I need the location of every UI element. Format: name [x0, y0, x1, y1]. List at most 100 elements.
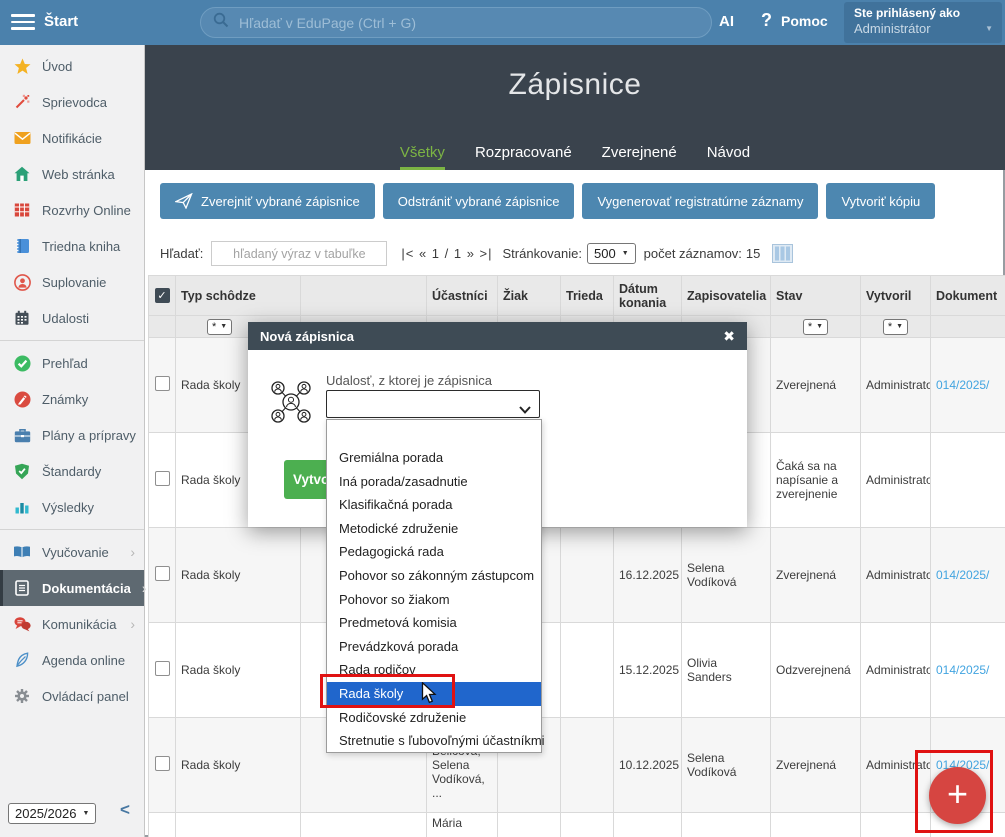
dropdown-option-12[interactable]: Rodičovské združenie [327, 706, 541, 730]
sidebar-divider [0, 340, 144, 341]
cell-date: 10.12.2025 [614, 718, 682, 813]
sidebar-item-notifikacie[interactable]: Notifikácie [0, 120, 144, 156]
pagination[interactable]: |< « 1 / 1 » >| [401, 246, 492, 261]
dropdown-option-4[interactable]: Metodické združenie [327, 517, 541, 541]
dropdown-option-1[interactable]: Gremiálna porada [327, 446, 541, 470]
document-link[interactable]: 014/2025/ [936, 663, 989, 677]
column-header-2 [301, 276, 427, 316]
cell-writers [682, 813, 771, 837]
delete-selected-button[interactable]: Odstrániť vybrané zápisnice [383, 183, 575, 219]
dropdown-option-10[interactable]: Rada rodičov [327, 658, 541, 682]
cell-created_by: Administrator [861, 528, 931, 623]
sidebar-item-rozvrhy-online[interactable]: Rozvrhy Online [0, 192, 144, 228]
sidebar-item-vysledky[interactable]: Výsledky [0, 489, 144, 525]
sidebar-item-znamky[interactable]: Známky [0, 381, 144, 417]
table-row[interactable]: Rada školy15.12.2025Olivia SandersOdzver… [149, 623, 1005, 718]
edupage-window: Štart AI ? Pomoc Ste prihlásený ako Admi… [0, 0, 1005, 837]
search-input[interactable] [237, 14, 699, 32]
modal-title: Nová zápisnica [260, 329, 354, 344]
sidebar-item-uvod[interactable]: Úvod [0, 48, 144, 84]
school-year-select[interactable]: 2025/2026 ▼ [8, 803, 96, 824]
table-header-row: ✓Typ schôdzeÚčastníciŽiakTriedaDátum kon… [149, 276, 1005, 316]
user-name: Administrátor [854, 21, 992, 36]
close-icon[interactable]: ✖ [723, 328, 735, 345]
filter-creator-select[interactable]: *▼ [883, 319, 908, 335]
sidebar-item-label: Známky [42, 392, 88, 407]
sidebar-item-standardy[interactable]: Štandardy [0, 453, 144, 489]
search-icon [213, 12, 229, 33]
column-settings-icon[interactable] [772, 244, 793, 263]
table-search-input[interactable] [211, 241, 387, 266]
sidebar-item-komunikacia[interactable]: Komunikácia› [0, 606, 144, 642]
tab-1[interactable]: Rozpracované [475, 144, 572, 170]
chevron-down-icon: ▼ [82, 810, 89, 817]
sidebar-item-vyucovanie[interactable]: Vyučovanie› [0, 534, 144, 570]
cell-spacer [301, 813, 427, 837]
sidebar-item-triedna-kniha[interactable]: Triedna kniha [0, 228, 144, 264]
filter-type-select[interactable]: *▼ [207, 319, 232, 335]
dropdown-option-13[interactable]: Stretnutie s ľubovoľnými účastníkmi [327, 729, 541, 753]
page-size-select[interactable]: 500 ▼ [587, 243, 636, 264]
ai-button[interactable]: AI [719, 13, 734, 30]
table-row[interactable]: Rada školy16.12.2025Selena VodíkováZvere… [149, 528, 1005, 623]
sidebar-item-plany-a-pripravy[interactable]: Plány a prípravy [0, 417, 144, 453]
dropdown-option-6[interactable]: Pohovor so zákonným zástupcom [327, 564, 541, 588]
document-link[interactable]: 014/2025/ [936, 568, 989, 582]
select-all-checkbox[interactable]: ✓ [155, 288, 170, 303]
help-icon[interactable]: ? [761, 10, 772, 31]
dropdown-option-8[interactable]: Predmetová komisia [327, 611, 541, 635]
sidebar-item-agenda-online[interactable]: Agenda online [0, 642, 144, 678]
dropdown-option-9[interactable]: Prevádzková porada [327, 635, 541, 659]
sidebar-item-web-stranka[interactable]: Web stránka [0, 156, 144, 192]
meeting-network-icon [268, 376, 314, 429]
cell-writers: Selena Vodíková [682, 528, 771, 623]
dropdown-option-2[interactable]: Iná porada/zasadnutie [327, 470, 541, 494]
event-select-label: Udalosť, z ktorej je zápisnica [326, 373, 492, 388]
tab-3[interactable]: Návod [707, 144, 750, 170]
sidebar-item-prehlad[interactable]: Prehľad [0, 345, 144, 381]
tab-0[interactable]: Všetky [400, 144, 445, 170]
sidebar-item-ovladaci-panel[interactable]: Ovládací panel [0, 678, 144, 714]
start-menu[interactable]: Štart [44, 13, 78, 30]
dropdown-option-7[interactable]: Pohovor so žiakom [327, 588, 541, 612]
table-row[interactable]: Mária [149, 813, 1005, 837]
toolbar: Zverejniť vybrané zápisniceOdstrániť vyb… [160, 183, 935, 219]
publish-selected-button[interactable]: Zverejniť vybrané zápisnice [160, 183, 375, 219]
menu-icon[interactable] [11, 14, 35, 34]
sidebar-item-udalosti[interactable]: Udalosti [0, 300, 144, 336]
event-select[interactable] [326, 390, 540, 418]
row-checkbox[interactable] [155, 471, 170, 486]
dropdown-option-11[interactable]: Rada školy [327, 682, 541, 706]
row-checkbox[interactable] [155, 566, 170, 581]
row-checkbox[interactable] [155, 661, 170, 676]
sidebar-item-suplovanie[interactable]: Suplovanie [0, 264, 144, 300]
global-search[interactable] [200, 7, 712, 38]
cell-created_by: Administrator [861, 718, 931, 813]
sidebar-item-label: Vyučovanie [42, 545, 109, 560]
cell-check [149, 433, 176, 528]
modal-header: Nová zápisnica ✖ [248, 322, 747, 350]
sidebar-item-sprievodca[interactable]: Sprievodca [0, 84, 144, 120]
create-copy-button[interactable]: Vytvoriť kópiu [826, 183, 935, 219]
cell-created_by: Administrator [861, 623, 931, 718]
row-checkbox[interactable] [155, 756, 170, 771]
sidebar-item-label: Web stránka [42, 167, 115, 182]
document-link[interactable]: 014/2025/ [936, 378, 989, 392]
user-menu[interactable]: Ste prihlásený ako Administrátor ▼ [844, 2, 1002, 43]
filter-status-select[interactable]: *▼ [803, 319, 828, 335]
table-row[interactable]: Rada školyAdriana Belicová, Selena Vodík… [149, 718, 1005, 813]
filter-cell-0 [149, 316, 176, 338]
dropdown-option-5[interactable]: Pedagogická rada [327, 540, 541, 564]
cell-student [498, 813, 561, 837]
help-button[interactable]: Pomoc [781, 13, 828, 29]
row-checkbox[interactable] [155, 376, 170, 391]
cell-participants: Mária [427, 813, 498, 837]
dropdown-option-3[interactable]: Klasifikačná porada [327, 493, 541, 517]
add-record-fab[interactable]: + [929, 767, 986, 824]
cell-type: Rada školy [176, 623, 301, 718]
sidebar-item-dokumentacia[interactable]: Dokumentácia› [0, 570, 144, 606]
star-icon [13, 58, 31, 75]
tab-2[interactable]: Zverejnené [602, 144, 677, 170]
generate-registry-button[interactable]: Vygenerovať registratúrne záznamy [582, 183, 818, 219]
sidebar-collapse-button[interactable]: < [120, 800, 130, 820]
